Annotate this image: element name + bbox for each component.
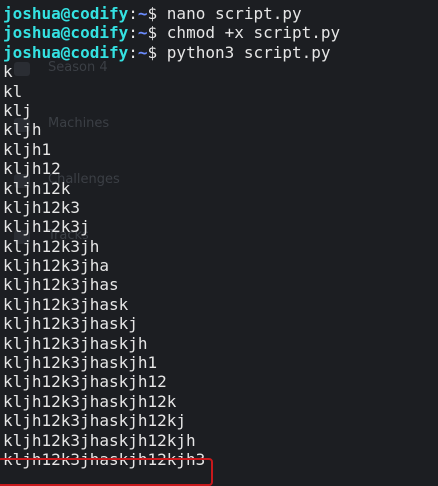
output-line: kljh12k3jhaskjh1 [3,353,158,373]
prompt-user: joshua@codify [3,4,129,23]
output-line: kljh12k3j [3,217,90,237]
prompt-path: ~ [137,4,148,23]
output-line: kljh12k3 [3,197,81,217]
command-line: joshua@codify:~$ python3 script.py [3,42,331,62]
output-line: kljh12k3jhaskjh [3,333,148,353]
output-line: kljh12k3jhas [3,275,119,295]
command-text: nano script.py [166,4,302,23]
highlight-annotation-box [0,458,213,486]
output-line: kljh12k3jhaskjh12 [3,372,167,392]
prompt-symbol: $ [147,42,158,62]
output-line: kl [3,81,23,101]
output-line: kljh12k3jhaskjh12k [3,391,177,411]
command-line: joshua@codify:~$ nano script.py [3,4,302,23]
output-line: kljh12k3jh [3,236,100,256]
prompt-symbol: $ [147,4,158,23]
command-text: python3 script.py [166,42,331,62]
prompt-path: ~ [137,23,148,43]
prompt-user: joshua@codify [3,42,129,62]
prompt-user: joshua@codify [3,23,129,43]
command-text: chmod +x script.py [166,23,341,43]
output-line: kljh12k3jhask [3,294,129,314]
output-line: kljh12 [3,159,61,179]
output-line: kljh12k3jhaskjh12kj [3,411,187,431]
output-line: k [3,62,13,82]
command-line: joshua@codify:~$ chmod +x script.py [3,23,341,43]
output-line: kljh12k3jhaskjh12kjh [3,430,196,450]
output-line: kljh [3,120,42,140]
prompt-path: ~ [137,42,148,62]
output-line: kljh1 [3,139,52,159]
output-line: kljh12k [3,178,71,198]
terminal-output[interactable]: joshua@codify:~$ nano script.py joshua@c… [3,4,438,469]
output-line: kljh12k3jhaskj [3,314,138,334]
output-line: kljh12k3jha [3,256,109,276]
output-line: klj [3,100,32,120]
prompt-symbol: $ [147,23,158,43]
